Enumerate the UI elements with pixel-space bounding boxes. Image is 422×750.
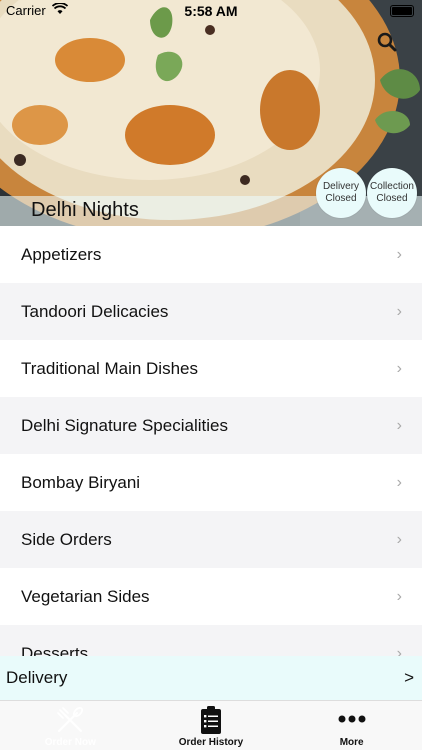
delivery-arrow-icon: > [404, 668, 414, 687]
chevron-right-icon: › [396, 587, 402, 605]
category-label: Appetizers [21, 244, 102, 264]
chevron-right-icon: › [396, 530, 402, 548]
tab-label: Order Now [44, 737, 96, 748]
menu-category-row[interactable]: Traditional Main Dishes › [0, 340, 422, 397]
tab-label: More [339, 737, 364, 748]
delivery-badge-line1: Delivery [322, 181, 360, 192]
clipboard-icon [200, 705, 222, 738]
status-bar: Carrier 5:58 AM [0, 0, 422, 22]
category-label: Delhi Signature Specialities [21, 415, 228, 435]
battery-icon [390, 5, 414, 17]
status-time: 5:58 AM [184, 3, 238, 19]
delivery-badge-line2: Closed [325, 193, 357, 204]
category-label: Traditional Main Dishes [21, 358, 198, 378]
category-label: Tandoori Delicacies [21, 301, 169, 321]
tab-label: Order History [178, 737, 244, 748]
chevron-right-icon: › [396, 245, 402, 263]
more-dots-icon [338, 715, 366, 726]
menu-category-list: Appetizers › Tandoori Delicacies › Tradi… [0, 226, 422, 656]
category-label: Bombay Biryani [21, 472, 141, 492]
menu-category-row[interactable]: Vegetarian Sides › [0, 568, 422, 625]
search-icon[interactable] [377, 32, 397, 57]
restaurant-name: Delhi Nights [31, 199, 139, 221]
menu-category-row[interactable]: Desserts › [0, 625, 422, 656]
tab-more[interactable]: More [281, 701, 422, 750]
chevron-right-icon: › [396, 473, 402, 491]
collection-badge-line2: Closed [376, 193, 408, 204]
menu-category-row[interactable]: Delhi Signature Specialities › [0, 397, 422, 454]
menu-category-row[interactable]: Tandoori Delicacies › [0, 283, 422, 340]
tab-order-history[interactable]: Order History [141, 701, 282, 750]
chevron-right-icon: › [396, 359, 402, 377]
tab-bar: Order Now Order History More [0, 700, 422, 750]
collection-badge-line1: Collection [370, 181, 414, 192]
menu-category-row[interactable]: Side Orders › [0, 511, 422, 568]
category-label: Desserts [21, 643, 89, 657]
tab-order-now[interactable]: Order Now [0, 701, 141, 750]
category-label: Side Orders [21, 529, 112, 549]
chevron-right-icon: › [396, 644, 402, 657]
chevron-right-icon: › [396, 302, 402, 320]
delivery-mode-label: Delivery [6, 668, 68, 687]
fork-knife-icon [55, 705, 85, 738]
collection-status-badge: Collection Closed [367, 168, 417, 218]
menu-category-row[interactable]: Appetizers › [0, 226, 422, 283]
category-label: Vegetarian Sides [21, 586, 150, 606]
delivery-status-badge: Delivery Closed [316, 168, 366, 218]
menu-category-row[interactable]: Bombay Biryani › [0, 454, 422, 511]
delivery-mode-bar[interactable]: Delivery > [0, 656, 422, 700]
chevron-right-icon: › [396, 416, 402, 434]
